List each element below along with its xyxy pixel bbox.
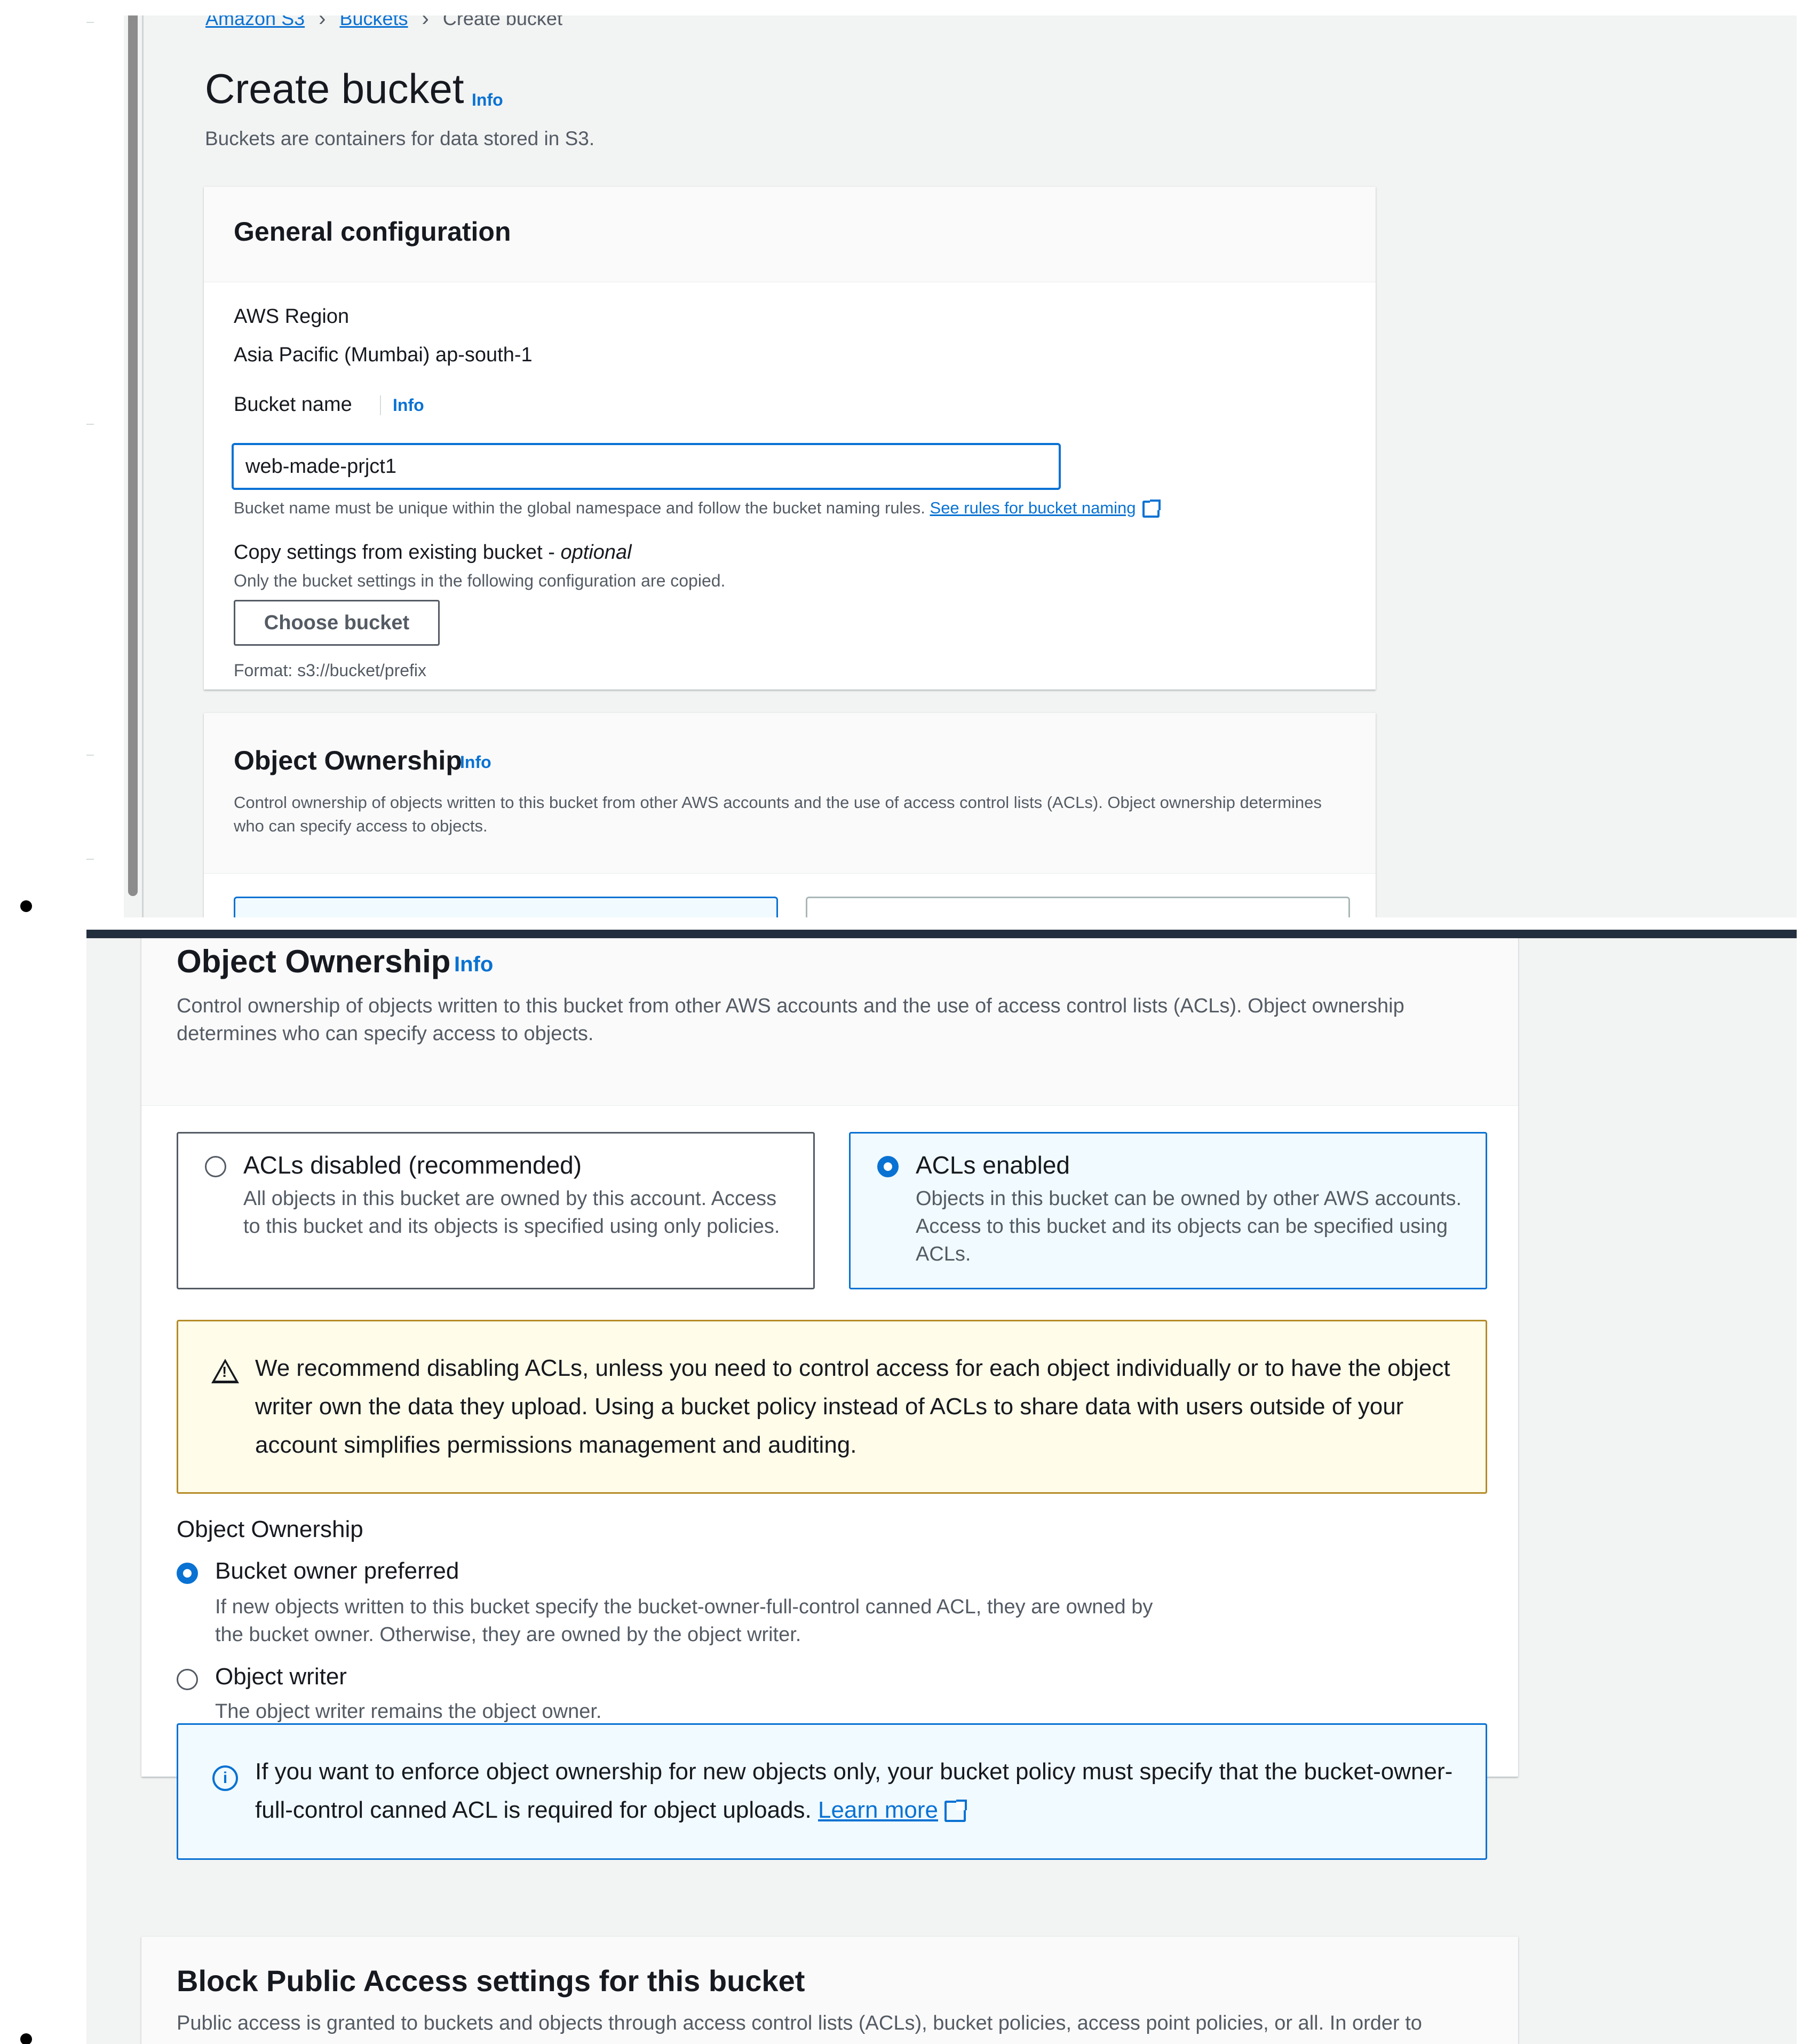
screenshot-create-bucket-top: Amazon S3 › Buckets › Create bucket Crea… bbox=[86, 15, 1797, 917]
chevron-right-icon: › bbox=[422, 15, 429, 30]
page-info-link[interactable]: Info bbox=[472, 90, 503, 110]
tile-acls-disabled[interactable]: ACLs disabled (recommended) bbox=[234, 897, 778, 917]
ownership-info-alert: i If you want to enforce object ownershi… bbox=[177, 1723, 1487, 1860]
bullet-marker bbox=[20, 900, 32, 912]
panel-divider bbox=[142, 15, 144, 917]
object-ownership-panel: Object Ownership Info Control ownership … bbox=[141, 938, 1518, 1860]
panel-title: Block Public Access settings for this bu… bbox=[177, 1964, 805, 1998]
breadcrumb-amazon-s3[interactable]: Amazon S3 bbox=[205, 15, 305, 28]
tile-acls-enabled[interactable]: ACLs enabled bbox=[806, 897, 1350, 917]
bucket-name-hint: Bucket name must be unique within the gl… bbox=[234, 498, 1161, 518]
tile-label: ACLs disabled (recommended) bbox=[292, 916, 571, 917]
option-description: If new objects written to this bucket sp… bbox=[215, 1596, 1153, 1646]
warning-text: We recommend disabling ACLs, unless you … bbox=[255, 1355, 1450, 1458]
screenshot-object-ownership: Object Ownership Info Control ownership … bbox=[86, 938, 1797, 2044]
panel-title: Object Ownership bbox=[177, 944, 451, 979]
page-title: Create bucket bbox=[205, 65, 464, 112]
tile-description: All objects in this bucket are owned by … bbox=[243, 1187, 780, 1238]
object-ownership-panel-preview: Object Ownership Info Control ownership … bbox=[204, 712, 1376, 917]
radio-button[interactable] bbox=[205, 1156, 226, 1177]
bucket-name-input[interactable] bbox=[232, 443, 1061, 490]
bucket-name-hint-text: Bucket name must be unique within the gl… bbox=[234, 498, 925, 517]
panel-description: Control ownership of objects written to … bbox=[177, 995, 1404, 1045]
option-object-writer[interactable]: Object writer bbox=[215, 1663, 347, 1690]
general-configuration-panel: General configuration AWS Region Asia Pa… bbox=[204, 186, 1376, 690]
side-navigation-collapsed bbox=[86, 15, 124, 917]
bucket-naming-rules-link[interactable]: See rules for bucket naming bbox=[930, 498, 1136, 517]
copy-settings-description: Only the bucket settings in the followin… bbox=[234, 571, 726, 590]
region-value: Asia Pacific (Mumbai) ap-south-1 bbox=[234, 344, 533, 366]
info-icon: i bbox=[212, 1765, 238, 1791]
radio-object-writer[interactable] bbox=[177, 1669, 198, 1690]
breadcrumb-buckets[interactable]: Buckets bbox=[339, 15, 408, 28]
composite-screenshot: Amazon S3 › Buckets › Create bucket Crea… bbox=[0, 0, 1802, 2044]
optional-tag: optional bbox=[560, 541, 632, 564]
object-ownership-info-link[interactable]: Info bbox=[454, 953, 493, 977]
option-description: The object writer remains the object own… bbox=[215, 1700, 602, 1723]
copy-settings-label: Copy settings from existing bucket - opt… bbox=[234, 541, 632, 564]
choose-bucket-button[interactable]: Choose bucket bbox=[234, 600, 440, 646]
format-hint: Format: s3://bucket/prefix bbox=[234, 661, 427, 680]
page-subtitle: Buckets are containers for data stored i… bbox=[205, 128, 595, 149]
bucket-name-info-link[interactable]: Info bbox=[380, 395, 424, 415]
external-link-icon bbox=[1142, 499, 1161, 518]
panel-description: Public access is granted to buckets and … bbox=[177, 2012, 1422, 2034]
external-link-icon bbox=[944, 1800, 967, 1823]
tile-label: ACLs disabled (recommended) bbox=[243, 1151, 582, 1179]
panel-title: General configuration bbox=[234, 217, 511, 247]
bucket-name-label: Bucket name bbox=[234, 393, 352, 416]
object-ownership-info-link[interactable]: Info bbox=[460, 752, 491, 772]
block-public-access-panel: Block Public Access settings for this bu… bbox=[141, 1936, 1518, 2044]
scrollbar[interactable] bbox=[128, 15, 138, 896]
bullet-marker bbox=[20, 2033, 32, 2044]
breadcrumb: Amazon S3 › Buckets › Create bucket bbox=[205, 15, 562, 29]
tile-acls-enabled[interactable]: ACLs enabled Objects in this bucket can … bbox=[849, 1132, 1487, 1289]
radio-bucket-owner-preferred[interactable] bbox=[177, 1563, 198, 1584]
panel-title: Object Ownership bbox=[234, 746, 462, 775]
radio-button-selected[interactable] bbox=[877, 1156, 899, 1177]
acl-warning-alert: We recommend disabling ACLs, unless you … bbox=[177, 1320, 1487, 1494]
tile-acls-disabled[interactable]: ACLs disabled (recommended) All objects … bbox=[177, 1132, 815, 1289]
learn-more-link[interactable]: Learn more bbox=[818, 1797, 938, 1823]
tile-description: Objects in this bucket can be owned by o… bbox=[916, 1187, 1462, 1265]
warning-icon bbox=[211, 1359, 239, 1383]
panel-description: Control ownership of objects written to … bbox=[234, 793, 1322, 835]
ownership-options-label: Object Ownership bbox=[177, 1516, 363, 1542]
option-bucket-owner-preferred[interactable]: Bucket owner preferred bbox=[215, 1558, 459, 1585]
copy-settings-label-text: Copy settings from existing bucket - bbox=[234, 541, 561, 564]
chevron-right-icon: › bbox=[319, 15, 326, 30]
region-label: AWS Region bbox=[234, 305, 350, 328]
tile-label: ACLs enabled bbox=[864, 916, 991, 917]
info-alert-text: If you want to enforce object ownership … bbox=[255, 1753, 1461, 1829]
breadcrumb-current: Create bucket bbox=[442, 15, 562, 29]
tile-label: ACLs enabled bbox=[916, 1151, 1070, 1179]
screenshot-divider bbox=[86, 930, 1797, 938]
